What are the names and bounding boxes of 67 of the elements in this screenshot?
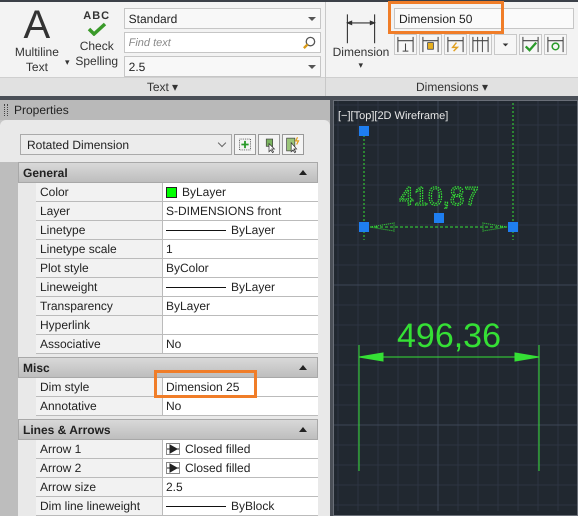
property-value[interactable]: Closed filled bbox=[163, 459, 318, 478]
find-text-field[interactable]: Find text bbox=[124, 32, 322, 53]
closed-arrow-icon bbox=[166, 443, 180, 455]
property-value[interactable]: ByLayer bbox=[163, 278, 318, 297]
text-style-dropdown[interactable]: Standard bbox=[124, 8, 322, 29]
baseline-icon[interactable] bbox=[394, 34, 417, 55]
property-value[interactable]: ByColor bbox=[163, 259, 318, 278]
panel-title[interactable]: Text ▾ bbox=[146, 80, 178, 94]
property-name: Transparency bbox=[36, 297, 163, 316]
property-value[interactable]: S-DIMENSIONS front bbox=[163, 202, 318, 221]
section-header[interactable]: Misc bbox=[18, 357, 318, 378]
palette-title: Properties bbox=[14, 103, 69, 117]
section-header[interactable]: General bbox=[18, 162, 318, 183]
property-name: Color bbox=[36, 183, 163, 202]
select-objects-icon[interactable] bbox=[258, 134, 280, 155]
property-name: Linetype bbox=[36, 221, 163, 240]
property-name: Lineweight bbox=[36, 278, 163, 297]
section-header[interactable]: Lines & Arrows bbox=[18, 419, 318, 440]
property-name: Dim style bbox=[36, 378, 163, 397]
grip-handle[interactable] bbox=[359, 126, 369, 136]
property-value[interactable]: No bbox=[163, 335, 318, 354]
property-value[interactable]: ByLayer bbox=[163, 221, 318, 240]
linetype-sample bbox=[166, 286, 226, 288]
dimension-line[interactable] bbox=[358, 352, 540, 362]
search-icon[interactable] bbox=[302, 35, 318, 50]
dimension-text: 496,36 bbox=[397, 317, 501, 355]
check-spelling-button[interactable]: ABC Check Spelling bbox=[72, 5, 122, 77]
property-name: Arrow 1 bbox=[36, 440, 163, 459]
property-name: Layer bbox=[36, 202, 163, 221]
closed-arrow-icon bbox=[166, 462, 180, 474]
property-value[interactable]: ByBlock bbox=[163, 497, 318, 516]
property-value[interactable]: ByLayer bbox=[163, 297, 318, 316]
property-value[interactable]: Closed filled bbox=[163, 440, 318, 459]
toggle-pickadd-icon[interactable] bbox=[234, 134, 256, 155]
viewport-controls[interactable]: [−][Top][2D Wireframe] bbox=[338, 110, 448, 122]
property-name: Dim line lineweight bbox=[36, 497, 163, 516]
dimension-line[interactable] bbox=[370, 222, 508, 232]
update-icon[interactable] bbox=[544, 34, 567, 55]
property-name: Hyperlink bbox=[36, 316, 163, 335]
text-height-dropdown[interactable]: 2.5 bbox=[124, 56, 322, 77]
text-edit-icon[interactable] bbox=[419, 34, 442, 55]
break-icon[interactable] bbox=[444, 34, 467, 55]
grip-handle[interactable] bbox=[359, 222, 369, 232]
property-value[interactable]: 2.5 bbox=[163, 478, 318, 497]
property-name: Associative bbox=[36, 335, 163, 354]
property-name: Arrow size bbox=[36, 478, 163, 497]
property-value[interactable]: Dimension 25 bbox=[163, 378, 318, 397]
property-name: Plot style bbox=[36, 259, 163, 278]
check-mark-icon bbox=[86, 22, 107, 36]
property-value[interactable]: 1 bbox=[163, 240, 318, 259]
property-name: Linetype scale bbox=[36, 240, 163, 259]
object-type-dropdown[interactable]: Rotated Dimension bbox=[20, 134, 232, 155]
check-icon[interactable] bbox=[519, 34, 542, 55]
property-name: Annotative bbox=[36, 397, 163, 416]
grip-handle[interactable] bbox=[508, 222, 518, 232]
extension-line[interactable] bbox=[512, 102, 514, 240]
dimension-button[interactable]: Dimension ▾ bbox=[330, 11, 392, 77]
multiline-text-button[interactable]: A Multiline Text ▾ bbox=[4, 5, 70, 77]
grip-handle[interactable] bbox=[434, 213, 444, 223]
continue-icon[interactable] bbox=[469, 34, 492, 55]
quick-select-icon[interactable] bbox=[282, 134, 304, 155]
dimension-text: 410,87 bbox=[399, 181, 479, 211]
property-name: Arrow 2 bbox=[36, 459, 163, 478]
property-value[interactable]: ByLayer bbox=[163, 183, 318, 202]
drawing-canvas[interactable]: 410,87 496,36 [−][Top][2D Wireframe] bbox=[333, 100, 578, 516]
dimension-style-dropdown[interactable]: Dimension 50 bbox=[394, 8, 574, 29]
property-value[interactable]: No bbox=[163, 397, 318, 416]
